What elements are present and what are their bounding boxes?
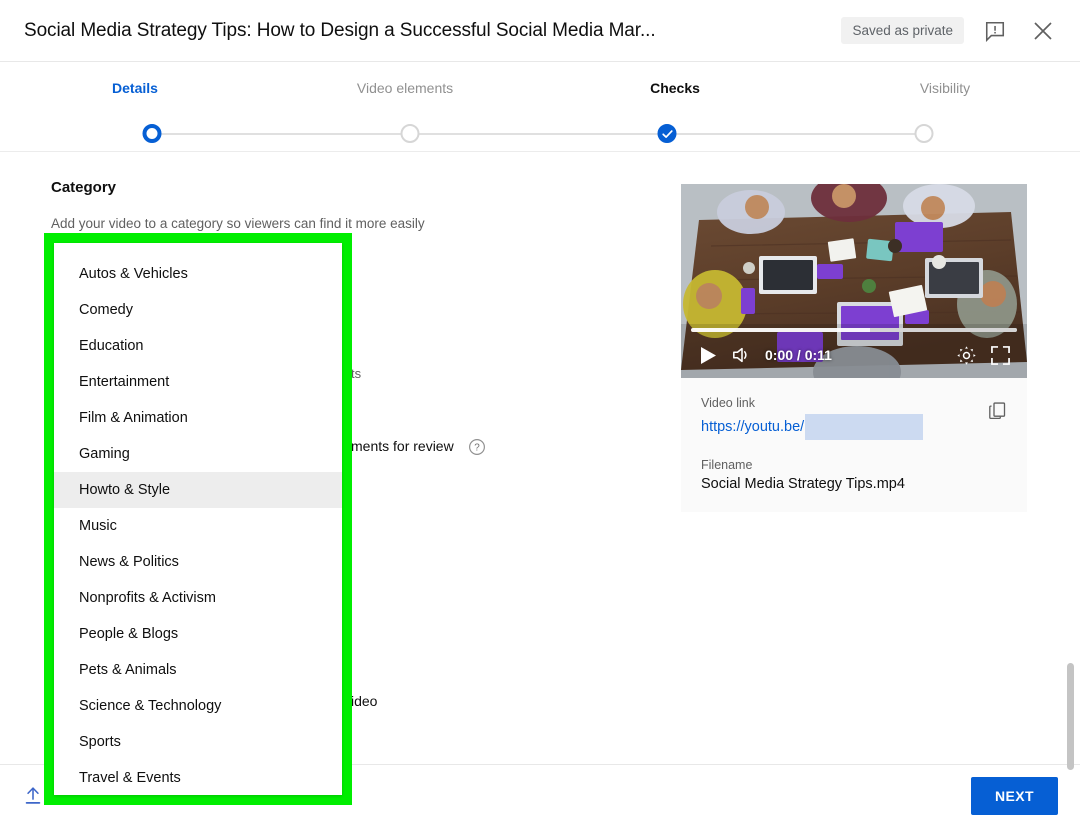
category-option-education[interactable]: Education [54, 328, 342, 364]
video-id-redacted [805, 414, 924, 440]
copy-icon[interactable] [983, 396, 1011, 424]
video-link-label: Video link [701, 396, 755, 410]
section-subtitle-category: Add your video to a category so viewers … [51, 216, 425, 231]
play-icon[interactable] [691, 338, 725, 372]
vertical-scrollbar-thumb[interactable] [1067, 663, 1074, 770]
video-link-text: https://youtu.be/ [701, 419, 805, 435]
category-option-news-politics[interactable]: News & Politics [54, 544, 342, 580]
occluded-review-label: ments for review [351, 438, 454, 454]
filename-value: Social Media Strategy Tips.mp4 [701, 476, 905, 492]
step-connector-2 [410, 133, 667, 135]
category-option-gaming[interactable]: Gaming [54, 436, 342, 472]
step-label-visibility[interactable]: Visibility [810, 80, 1080, 96]
occluded-video-text: ideo [351, 693, 378, 709]
category-option-entertainment[interactable]: Entertainment [54, 364, 342, 400]
filename-label: Filename [701, 458, 753, 472]
step-dot-checks[interactable] [657, 124, 677, 143]
video-player[interactable]: 0:00 / 0:11 [681, 184, 1027, 378]
category-option-pets-animals[interactable]: Pets & Animals [54, 652, 342, 688]
category-dropdown-list[interactable]: Autos & Vehicles Comedy Education Entert… [54, 243, 342, 795]
control-row: 0:00 / 0:11 [681, 338, 1027, 372]
gear-icon[interactable] [949, 338, 983, 372]
feedback-exclamation-icon[interactable] [978, 14, 1012, 48]
stepper-labels: Details Video elements Checks Visibility [0, 80, 1080, 96]
video-link-value[interactable]: https://youtu.be/ [701, 414, 1007, 440]
header-actions: Saved as private [841, 14, 1060, 48]
category-option-autos-vehicles[interactable]: Autos & Vehicles [54, 256, 342, 292]
step-dot-details[interactable] [142, 124, 162, 143]
category-option-people-blogs[interactable]: People & Blogs [54, 616, 342, 652]
dialog-header: Social Media Strategy Tips: How to Desig… [0, 0, 1080, 62]
close-icon[interactable] [1026, 14, 1060, 48]
svg-text:?: ? [474, 443, 480, 454]
page-title: Social Media Strategy Tips: How to Desig… [24, 19, 656, 41]
category-option-sports[interactable]: Sports [54, 724, 342, 760]
category-option-travel-events[interactable]: Travel & Events [54, 760, 342, 795]
fullscreen-icon[interactable] [983, 338, 1017, 372]
section-title-category: Category [51, 179, 117, 196]
progress-bar[interactable] [691, 328, 1017, 332]
category-option-music[interactable]: Music [54, 508, 342, 544]
step-dot-video-elements[interactable] [400, 124, 420, 143]
player-controls: 0:00 / 0:11 [681, 322, 1027, 378]
stepper-track [0, 124, 1080, 144]
video-preview-panel: 0:00 / 0:11 Video link https://youtu.be/… [681, 184, 1027, 512]
help-circle-icon[interactable]: ? [468, 438, 486, 456]
category-option-howto-style[interactable]: Howto & Style [54, 472, 342, 508]
occluded-review-text: ments for review ? [351, 438, 486, 456]
category-dropdown-annotation: Autos & Vehicles Comedy Education Entert… [44, 233, 352, 805]
step-connector-3 [667, 133, 924, 135]
step-dot-visibility[interactable] [914, 124, 934, 143]
category-option-nonprofits-activism[interactable]: Nonprofits & Activism [54, 580, 342, 616]
next-button[interactable]: NEXT [971, 776, 1058, 815]
step-connector-1 [152, 133, 410, 135]
volume-icon[interactable] [725, 338, 759, 372]
category-option-science-technology[interactable]: Science & Technology [54, 688, 342, 724]
progress-buffered [870, 328, 1017, 332]
status-badge: Saved as private [841, 17, 964, 44]
category-option-comedy[interactable]: Comedy [54, 292, 342, 328]
video-info-card: Video link https://youtu.be/ Filename So… [681, 378, 1027, 512]
upload-dialog: Social Media Strategy Tips: How to Desig… [0, 0, 1080, 826]
category-option-film-animation[interactable]: Film & Animation [54, 400, 342, 436]
step-label-details[interactable]: Details [0, 80, 270, 96]
upload-stepper: Details Video elements Checks Visibility [0, 62, 1080, 152]
occluded-comments-text: ts [351, 366, 362, 381]
player-time-display: 0:00 / 0:11 [765, 347, 832, 363]
step-label-checks[interactable]: Checks [540, 80, 810, 96]
step-label-video-elements[interactable]: Video elements [270, 80, 540, 96]
